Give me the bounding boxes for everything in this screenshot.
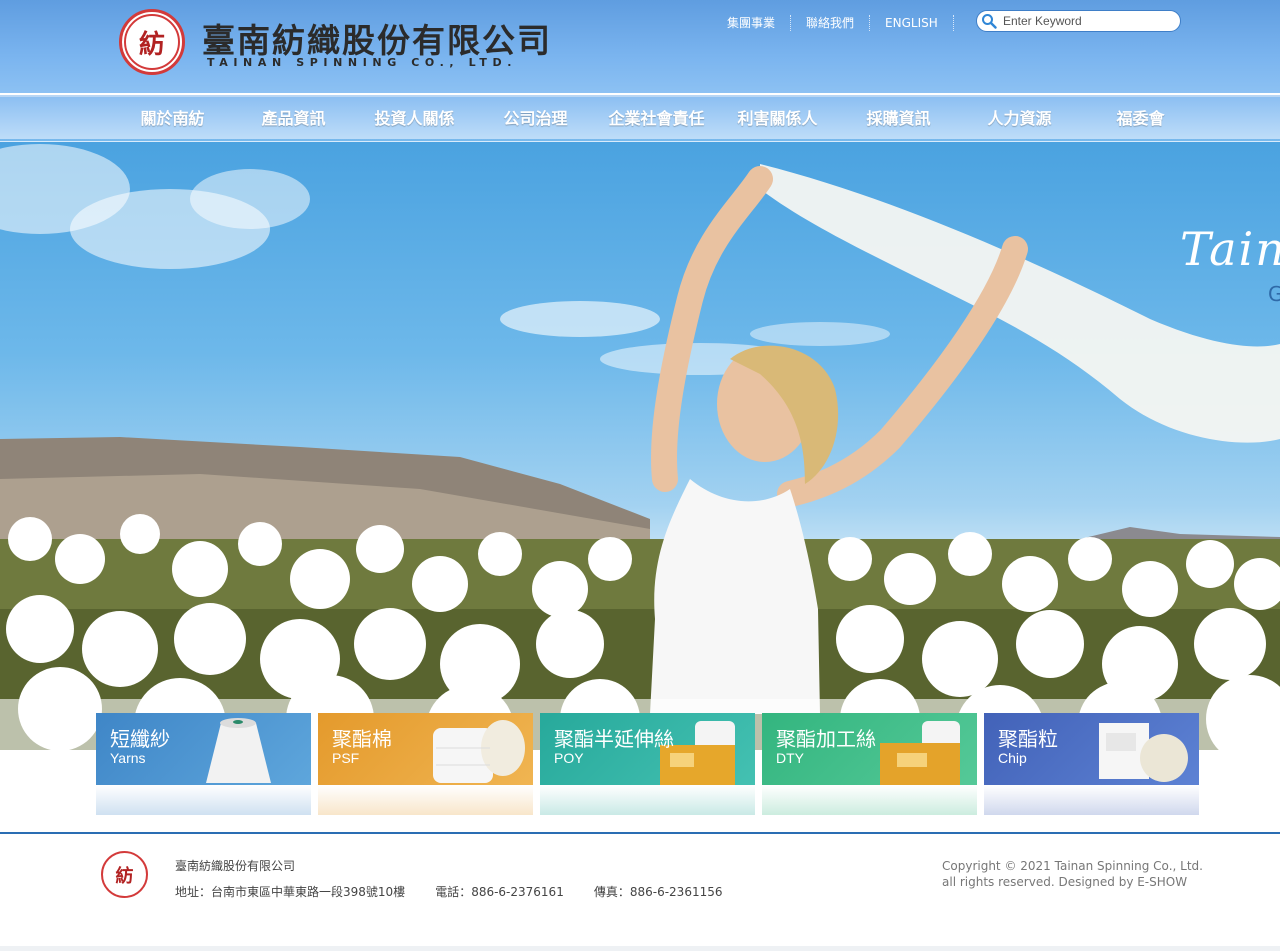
hero-sub-text: G [1268, 282, 1280, 306]
brand-name-chinese[interactable]: 臺南紡織股份有限公司 [202, 14, 552, 62]
nav-item-investors[interactable]: 投資人關係 [354, 97, 475, 141]
product-label-en: PSF [332, 750, 360, 766]
product-label-en: Chip [998, 750, 1027, 766]
top-links: 集團事業 聯絡我們 ENGLISH [712, 15, 954, 31]
product-tile-psf[interactable]: 聚酯棉 PSF [318, 713, 533, 815]
nav-item-csr[interactable]: 企業社會責任 [596, 97, 717, 141]
product-label-zh: 聚酯半延伸絲 [554, 727, 674, 751]
link-group-business[interactable]: 集團事業 [712, 15, 792, 31]
nav-item-procurement[interactable]: 採購資訊 [838, 97, 959, 141]
nav-item-stakeholders[interactable]: 利害關係人 [717, 97, 838, 141]
link-contact-us[interactable]: 聯絡我們 [791, 15, 871, 31]
footer-address: 地址：台南市東區中華東路一段398號10樓 [175, 885, 406, 899]
hero-illustration [0, 144, 1280, 750]
product-label-en: Yarns [110, 750, 146, 766]
footer-logo: 紡 [101, 851, 148, 898]
footer-phone: 電話：886-6-2376161 [435, 885, 564, 899]
link-english[interactable]: ENGLISH [870, 15, 954, 31]
logo-seal-char: 紡 [124, 14, 180, 70]
product-tile-poy[interactable]: 聚酯半延伸絲 POY [540, 713, 755, 815]
nav-item-products[interactable]: 產品資訊 [233, 97, 354, 141]
nav-item-welfare[interactable]: 福委會 [1080, 97, 1201, 141]
footer-fax: 傳真：886-6-2361156 [593, 885, 723, 899]
copyright-line-2: all rights reserved. Designed by E-SHOW [942, 875, 1188, 889]
product-label-zh: 聚酯棉 [332, 727, 392, 751]
hero-banner: Taina G [0, 139, 1280, 750]
product-tiles: 短纖紗 Yarns 聚酯棉 PSF 聚酯半延伸絲 POY 聚酯加工絲 DTY 聚… [96, 713, 1199, 815]
product-tile-dty[interactable]: 聚酯加工絲 DTY [762, 713, 977, 815]
product-label-en: DTY [776, 750, 804, 766]
site-header: 紡 臺南紡織股份有限公司 TAINAN SPINNING CO., LTD. 集… [0, 0, 1280, 93]
copyright-line-1: Copyright © 2021 Tainan Spinning Co., Lt… [942, 859, 1203, 873]
product-tile-chip[interactable]: 聚酯粒 Chip [984, 713, 1199, 815]
nav-item-about[interactable]: 關於南紡 [112, 97, 233, 141]
main-nav: 關於南紡 產品資訊 投資人關係 公司治理 企業社會責任 利害關係人 採購資訊 人… [0, 95, 1280, 142]
footer-contact: 地址：台南市東區中華東路一段398號10樓 電話：886-6-2376161 傳… [175, 883, 723, 900]
product-label-zh: 短纖紗 [110, 727, 170, 751]
bottom-strip [0, 946, 1280, 951]
product-label-zh: 聚酯粒 [998, 727, 1058, 751]
search-input[interactable] [1001, 13, 1170, 29]
footer-company-name: 臺南紡織股份有限公司 [175, 859, 296, 873]
search-icon[interactable] [977, 13, 1001, 29]
product-label-en: POY [554, 750, 584, 766]
footer-copyright: Copyright © 2021 Tainan Spinning Co., Lt… [942, 858, 1203, 890]
product-label-zh: 聚酯加工絲 [776, 727, 876, 751]
company-logo[interactable]: 紡 [119, 9, 185, 75]
product-tile-yarns[interactable]: 短纖紗 Yarns [96, 713, 311, 815]
nav-item-hr[interactable]: 人力資源 [959, 97, 1080, 141]
search-box [976, 10, 1181, 32]
footer-divider [0, 832, 1280, 834]
hero-slogan: Taina [1180, 222, 1280, 276]
nav-item-governance[interactable]: 公司治理 [475, 97, 596, 141]
brand-name-english[interactable]: TAINAN SPINNING CO., LTD. [207, 56, 517, 69]
